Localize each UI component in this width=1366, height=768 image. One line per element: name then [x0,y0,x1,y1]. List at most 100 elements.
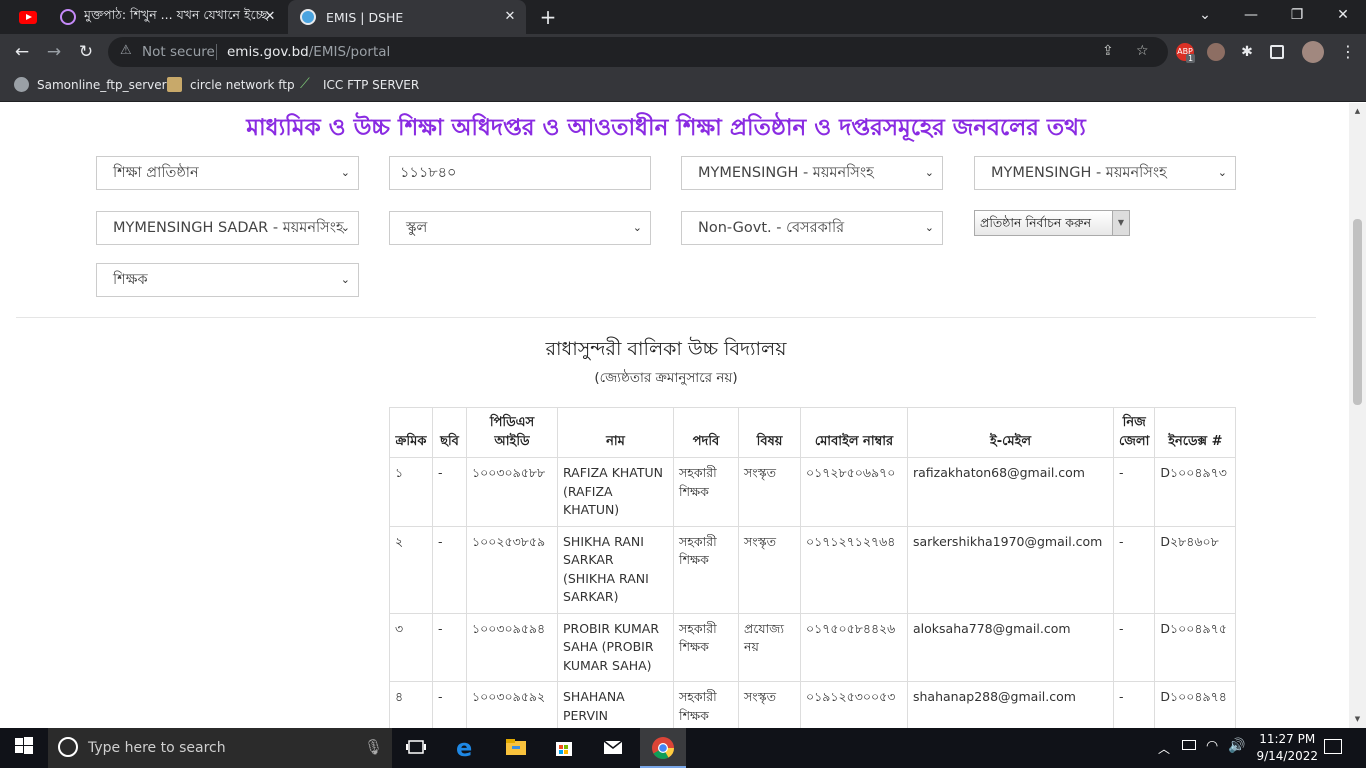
cell-designation: সহকারী শিক্ষক [673,612,739,682]
warning-icon[interactable]: ⚠ [120,43,132,58]
eiin-input[interactable]: ১১১৮৪০ [389,156,651,190]
security-label[interactable]: Not secure [142,44,215,60]
close-icon[interactable]: ✕ [502,9,518,25]
cell-designation: সহকারী শিক্ষক [673,457,739,527]
tab-search-icon[interactable]: ⌄ [1182,0,1228,30]
col-mobile: মোবাইল নাম্বার [800,407,908,458]
tab-youtube[interactable] [8,0,48,34]
forward-button[interactable]: → [42,40,66,64]
cell-photo: - [432,525,467,614]
wifi-icon[interactable]: ◠ [1206,738,1218,754]
table-row: ১ - ১০০৩০৯৫৮৮ RAFIZA KHATUN (RAFIZA KHAT… [389,457,1237,527]
new-tab-button[interactable]: + [536,5,560,29]
avatar[interactable] [1302,41,1324,63]
notification-icon[interactable] [1324,739,1342,754]
institute-select[interactable]: প্রতিষ্ঠান নির্বাচন করুন ▼ [974,210,1130,236]
side-panel-icon[interactable] [1270,45,1284,59]
bookmark-icc-ftp[interactable]: ⟋ ICC FTP SERVER [300,77,419,92]
cell-subject: সংস্কৃত [738,525,801,614]
cell-serial: ৩ [389,612,433,682]
emis-icon [300,9,316,25]
microphone-icon[interactable]: 🎙 [364,738,383,756]
volume-icon[interactable]: 🔊 [1228,738,1245,754]
staff-table: ক্রমিক ছবি পিডিএস আইডি নাম পদবি বিষয় মো… [389,407,1237,728]
bookmark-circle-network[interactable]: circle network ftp [167,77,295,92]
cell-photo: - [432,681,467,728]
cell-photo: - [432,457,467,527]
tab-title: EMIS | DSHE [326,9,404,25]
chrome-taskbar-button[interactable] [640,728,686,768]
edge-icon[interactable]: e [456,736,480,760]
extension-icon[interactable] [1207,43,1225,61]
share-icon[interactable]: ⇪ [1102,43,1114,59]
file-explorer-icon[interactable] [505,736,529,760]
tab-muktopaath[interactable]: মুক্তপাঠ: শিখুন ... যখন যেখানে ইচ্ছে ✕ [48,0,286,34]
globe-icon [14,77,29,92]
col-home-district: নিজ জেলা [1112,407,1156,458]
taskbar-clock[interactable]: 11:27 PM 9/14/2022 [1256,731,1318,765]
school-name: রাধাসুন্দরী বালিকা উচ্চ বিদ্যালয় [545,338,787,360]
tab-emis[interactable]: EMIS | DSHE ✕ [288,0,526,34]
cell-name: SHAHANA PERVIN (SHAHANA PERVIN) [557,681,674,728]
col-pds-id: পিডিএস আইডি [466,407,558,458]
close-window-button[interactable]: ✕ [1320,0,1366,30]
close-icon[interactable]: ✕ [262,9,278,25]
scrollbar-thumb[interactable] [1353,219,1362,405]
store-icon[interactable] [553,736,577,760]
page-title: মাধ্যমিক ও উচ্চ শিক্ষা অধিদপ্তর ও আওতাধী… [246,115,1086,141]
cell-index: D১০০৪৯৭৩ [1154,457,1237,527]
cell-index: D২৮৪৬০৮ [1154,525,1237,614]
scroll-down-arrow-icon[interactable]: ▼ [1353,715,1362,723]
minimize-button[interactable]: — [1228,0,1274,30]
menu-icon[interactable]: ⋮ [1340,42,1356,61]
task-view-icon[interactable] [405,736,429,760]
select-value: Non-Govt. - বেসরকারি [698,220,845,236]
reload-button[interactable]: ↻ [74,40,98,64]
page-scrollbar[interactable]: ▲ ▼ [1349,103,1366,728]
select-value: শিক্ষা প্রাতিষ্ঠান [113,165,199,181]
star-icon[interactable]: ☆ [1136,43,1149,59]
chevron-down-icon: ⌄ [924,166,934,179]
staff-type-select[interactable]: শিক্ষক ⌄ [96,263,359,297]
cell-email: sarkershikha1970@gmail.com [907,525,1114,614]
cell-pds-id: ১০০২৫৩৮৫৯ [466,525,558,614]
chevron-down-icon: ⌄ [632,221,642,234]
chevron-down-icon: ⌄ [924,221,934,234]
maximize-button[interactable]: ❐ [1274,0,1320,30]
cell-designation: সহকারী শিক্ষক [673,525,739,614]
upazila-select[interactable]: MYMENSINGH SADAR - ময়মনসিংহ ⌄ [96,211,359,245]
col-serial: ক্রমিক [389,407,433,458]
col-photo: ছবি [432,407,467,458]
category-select[interactable]: শিক্ষা প্রাতিষ্ঠান ⌄ [96,156,359,190]
back-button[interactable]: ← [10,40,34,64]
chevron-up-icon[interactable]: ︿ [1158,740,1170,757]
district-select[interactable]: MYMENSINGH - ময়মনসিংহ ⌄ [974,156,1236,190]
institute-type-select[interactable]: স্কুল ⌄ [389,211,651,245]
cell-name: PROBIR KUMAR SAHA (PROBIR KUMAR SAHA) [557,612,674,682]
col-email: ই-মেইল [907,407,1114,458]
extension-badge: 1 [1186,54,1196,63]
section-divider [16,317,1316,318]
address-bar[interactable]: ⚠ Not secure emis.gov.bd/EMIS/portal ⇪ ☆ [108,37,1168,67]
mail-icon[interactable] [602,736,626,760]
url-text[interactable]: emis.gov.bd/EMIS/portal [227,44,390,60]
cell-pds-id: ১০০৩০৯৫৮৮ [466,457,558,527]
management-select[interactable]: Non-Govt. - বেসরকারি ⌄ [681,211,943,245]
muktopaath-icon [60,9,76,25]
select-value: MYMENSINGH SADAR - ময়মনসিংহ [113,220,344,236]
bookmark-samonline[interactable]: Samonline_ftp_server [14,77,167,92]
url-host: emis.gov.bd [227,44,309,60]
youtube-icon [19,10,37,24]
scroll-up-arrow-icon[interactable]: ▲ [1353,107,1362,115]
cell-index: D১০০৪৯৭৫ [1154,612,1237,682]
windows-start-icon[interactable] [14,736,38,760]
cell-subject: সংস্কৃত [738,681,801,728]
battery-icon[interactable] [1182,740,1196,750]
puzzle-icon[interactable]: ✱ [1238,43,1256,61]
clock-time: 11:27 PM [1259,732,1316,746]
taskbar-search-box[interactable]: Type here to search 🎙 [48,728,392,768]
division-select[interactable]: MYMENSINGH - ময়মনসিংহ ⌄ [681,156,943,190]
page-content: মাধ্যমিক ও উচ্চ শিক্ষা অধিদপ্তর ও আওতাধী… [0,103,1366,728]
cell-email: shahanap288@gmail.com [907,681,1114,728]
circle-network-icon [167,77,182,92]
